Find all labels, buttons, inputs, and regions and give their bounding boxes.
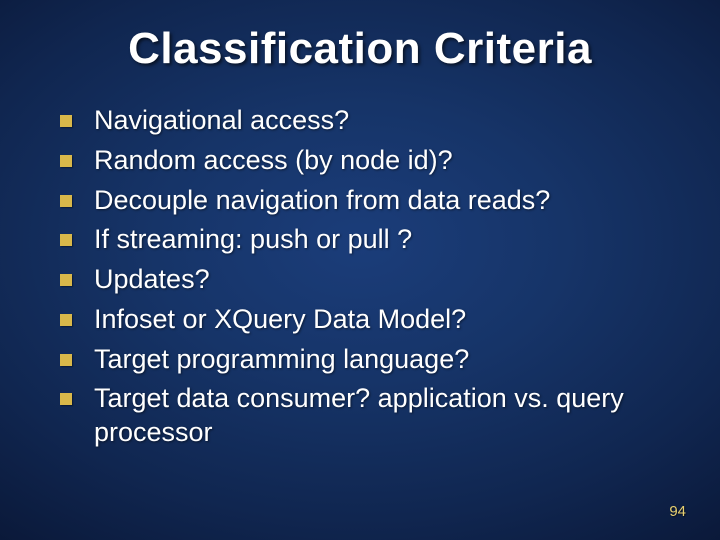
square-bullet-icon <box>60 274 72 286</box>
list-item: Infoset or XQuery Data Model? <box>60 303 670 337</box>
slide: Classification Criteria Navigational acc… <box>0 0 720 540</box>
list-item: Target programming language? <box>60 343 670 377</box>
list-item: Updates? <box>60 263 670 297</box>
slide-title: Classification Criteria <box>0 0 720 94</box>
bullet-text: Target data consumer? application vs. qu… <box>94 382 670 450</box>
bullet-text: Target programming language? <box>94 343 469 377</box>
square-bullet-icon <box>60 354 72 366</box>
bullet-text: Decouple navigation from data reads? <box>94 184 550 218</box>
list-item: Random access (by node id)? <box>60 144 670 178</box>
page-number: 94 <box>669 503 686 520</box>
slide-body: Navigational access? Random access (by n… <box>0 94 720 450</box>
square-bullet-icon <box>60 234 72 246</box>
list-item: If streaming: push or pull ? <box>60 223 670 257</box>
bullet-text: Navigational access? <box>94 104 349 138</box>
list-item: Decouple navigation from data reads? <box>60 184 670 218</box>
square-bullet-icon <box>60 393 72 405</box>
list-item: Target data consumer? application vs. qu… <box>60 382 670 450</box>
square-bullet-icon <box>60 115 72 127</box>
bullet-text: Random access (by node id)? <box>94 144 453 178</box>
bullet-text: If streaming: push or pull ? <box>94 223 412 257</box>
square-bullet-icon <box>60 155 72 167</box>
square-bullet-icon <box>60 314 72 326</box>
bullet-text: Infoset or XQuery Data Model? <box>94 303 466 337</box>
square-bullet-icon <box>60 195 72 207</box>
list-item: Navigational access? <box>60 104 670 138</box>
bullet-text: Updates? <box>94 263 210 297</box>
